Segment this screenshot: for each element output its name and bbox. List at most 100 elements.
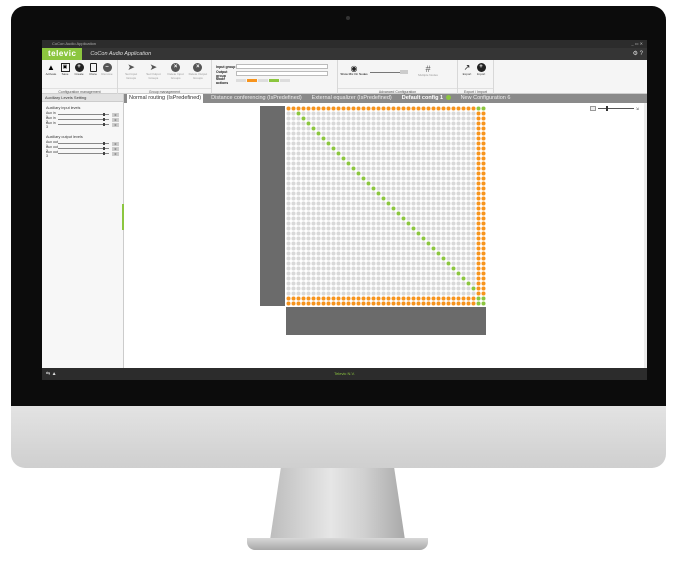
matrix-node[interactable]: [331, 116, 336, 121]
matrix-node[interactable]: [401, 226, 406, 231]
matrix-node[interactable]: [436, 136, 441, 141]
matrix-node[interactable]: [376, 251, 381, 256]
matrix-node[interactable]: [321, 136, 326, 141]
matrix-node[interactable]: [446, 211, 451, 216]
matrix-node[interactable]: [371, 186, 376, 191]
matrix-node[interactable]: [401, 191, 406, 196]
matrix-node[interactable]: [371, 296, 376, 301]
matrix-node[interactable]: [356, 116, 361, 121]
matrix-node[interactable]: [481, 296, 486, 301]
matrix-node[interactable]: [476, 141, 481, 146]
matrix-node[interactable]: [316, 121, 321, 126]
matrix-node[interactable]: [361, 186, 366, 191]
matrix-node[interactable]: [436, 286, 441, 291]
matrix-node[interactable]: [456, 156, 461, 161]
matrix-node[interactable]: [466, 241, 471, 246]
matrix-node[interactable]: [311, 276, 316, 281]
matrix-node[interactable]: [376, 246, 381, 251]
matrix-node[interactable]: [361, 261, 366, 266]
matrix-node[interactable]: [336, 261, 341, 266]
matrix-node[interactable]: [316, 146, 321, 151]
matrix-node[interactable]: [476, 151, 481, 156]
settings-help-icons[interactable]: ⚙ ?: [633, 48, 643, 60]
matrix-node[interactable]: [466, 211, 471, 216]
matrix-node[interactable]: [481, 301, 486, 306]
matrix-node[interactable]: [431, 181, 436, 186]
matrix-node[interactable]: [431, 276, 436, 281]
matrix-node[interactable]: [471, 231, 476, 236]
matrix-node[interactable]: [336, 276, 341, 281]
matrix-node[interactable]: [441, 196, 446, 201]
matrix-node[interactable]: [316, 281, 321, 286]
matrix-node[interactable]: [466, 236, 471, 241]
matrix-node[interactable]: [341, 151, 346, 156]
matrix-node[interactable]: [396, 116, 401, 121]
matrix-node[interactable]: [471, 276, 476, 281]
matrix-node[interactable]: [386, 216, 391, 221]
matrix-node[interactable]: [331, 121, 336, 126]
matrix-node[interactable]: [411, 276, 416, 281]
matrix-node[interactable]: [481, 121, 486, 126]
matrix-node[interactable]: [301, 256, 306, 261]
matrix-node[interactable]: [471, 296, 476, 301]
matrix-node[interactable]: [471, 186, 476, 191]
matrix-node[interactable]: [321, 186, 326, 191]
matrix-node[interactable]: [296, 131, 301, 136]
matrix-node[interactable]: [301, 216, 306, 221]
matrix-node[interactable]: [481, 141, 486, 146]
matrix-node[interactable]: [471, 116, 476, 121]
matrix-node[interactable]: [321, 191, 326, 196]
matrix-node[interactable]: [321, 286, 326, 291]
matrix-node[interactable]: [296, 141, 301, 146]
matrix-node[interactable]: [351, 296, 356, 301]
matrix-node[interactable]: [446, 206, 451, 211]
matrix-node[interactable]: [306, 191, 311, 196]
matrix-node[interactable]: [366, 181, 371, 186]
matrix-node[interactable]: [476, 111, 481, 116]
matrix-node[interactable]: [456, 301, 461, 306]
matrix-node[interactable]: [481, 116, 486, 121]
matrix-node[interactable]: [401, 161, 406, 166]
matrix-node[interactable]: [461, 151, 466, 156]
matrix-node[interactable]: [431, 206, 436, 211]
matrix-node[interactable]: [476, 171, 481, 176]
matrix-node[interactable]: [446, 156, 451, 161]
matrix-node[interactable]: [351, 256, 356, 261]
matrix-node[interactable]: [346, 256, 351, 261]
matrix-node[interactable]: [351, 216, 356, 221]
matrix-node[interactable]: [416, 136, 421, 141]
matrix-node[interactable]: [351, 286, 356, 291]
matrix-node[interactable]: [481, 131, 486, 136]
matrix-node[interactable]: [356, 276, 361, 281]
matrix-node[interactable]: [471, 236, 476, 241]
matrix-node[interactable]: [391, 201, 396, 206]
matrix-node[interactable]: [461, 251, 466, 256]
matrix-node[interactable]: [391, 166, 396, 171]
matrix-node[interactable]: [301, 196, 306, 201]
matrix-node[interactable]: [306, 201, 311, 206]
matrix-node[interactable]: [371, 221, 376, 226]
matrix-node[interactable]: [306, 151, 311, 156]
matrix-node[interactable]: [441, 166, 446, 171]
matrix-node[interactable]: [346, 106, 351, 111]
matrix-node[interactable]: [356, 111, 361, 116]
matrix-node[interactable]: [326, 251, 331, 256]
matrix-node[interactable]: [371, 151, 376, 156]
matrix-node[interactable]: [376, 186, 381, 191]
matrix-node[interactable]: [301, 186, 306, 191]
matrix-node[interactable]: [466, 291, 471, 296]
matrix-node[interactable]: [421, 181, 426, 186]
matrix-node[interactable]: [386, 106, 391, 111]
matrix-node[interactable]: [346, 271, 351, 276]
matrix-node[interactable]: [481, 276, 486, 281]
matrix-node[interactable]: [426, 286, 431, 291]
matrix-node[interactable]: [361, 236, 366, 241]
matrix-node[interactable]: [366, 171, 371, 176]
matrix-node[interactable]: [436, 171, 441, 176]
matrix-node[interactable]: [326, 171, 331, 176]
matrix-node[interactable]: [441, 146, 446, 151]
matrix-node[interactable]: [381, 266, 386, 271]
matrix-node[interactable]: [416, 246, 421, 251]
matrix-node[interactable]: [446, 216, 451, 221]
matrix-node[interactable]: [296, 221, 301, 226]
